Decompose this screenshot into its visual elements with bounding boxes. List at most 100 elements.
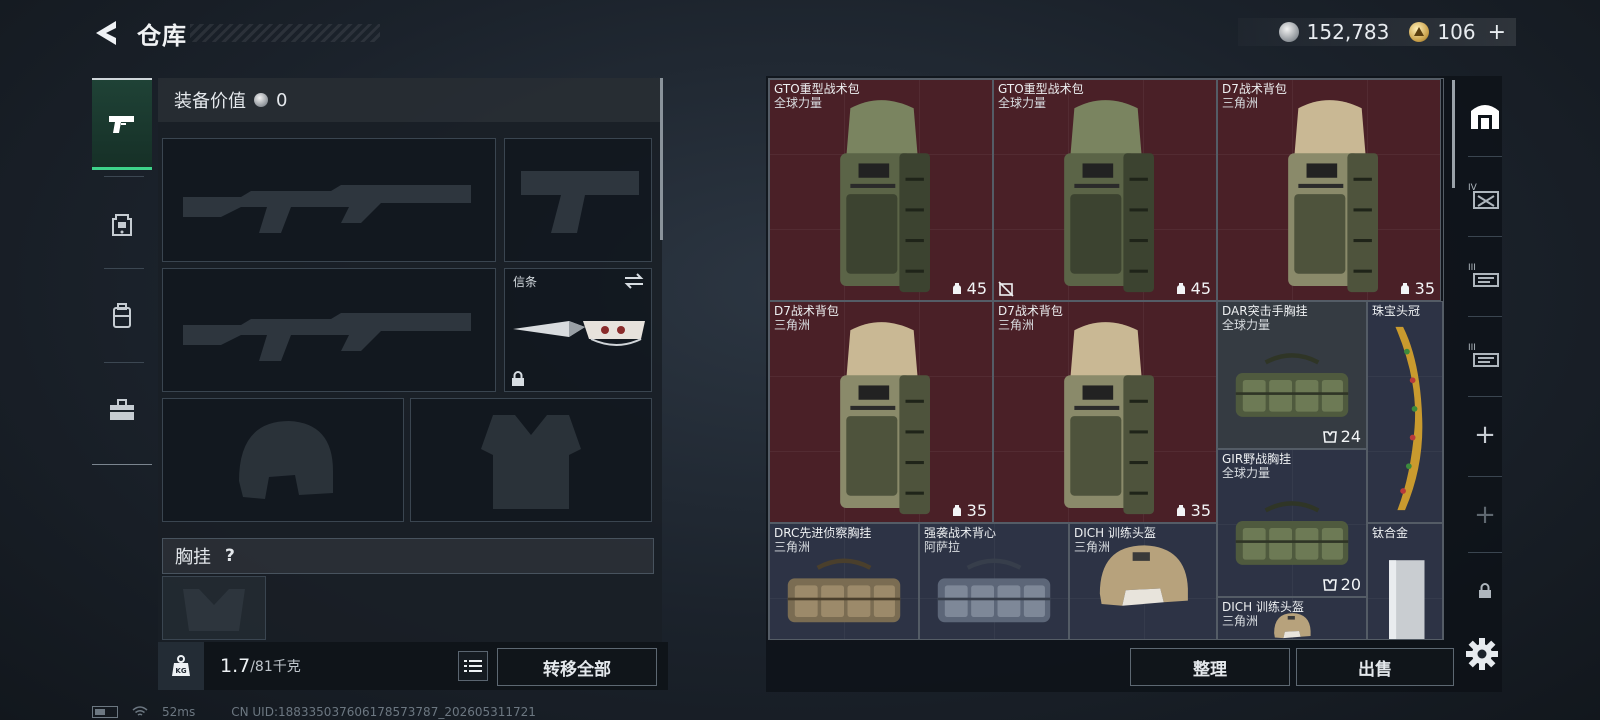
item-capacity: 35 [1175,501,1211,520]
help-icon[interactable]: ? [225,546,235,566]
warehouse-item[interactable]: D7战术背包 三角洲 35 [1217,79,1441,301]
tab-backpack[interactable] [92,270,152,362]
chest-rig-label: 胸挂 [175,547,211,568]
list-view-button[interactable] [458,651,488,681]
svg-text:III: III [1468,263,1476,273]
locked-storage-slot [1460,556,1510,626]
vest-silhouette-icon [481,415,581,509]
helmet-slot[interactable] [162,398,404,522]
warehouse-item[interactable]: D7战术背包 三角洲 35 [769,301,993,523]
item-faction: 三角洲 [1222,614,1259,628]
item-faction: 阿萨拉 [924,540,961,554]
storage-level-3-icon: III [1468,343,1499,367]
warehouse-item[interactable]: 钛合金 [1367,523,1443,639]
melee-slot[interactable]: 信条 [504,268,652,392]
capacity-icon [952,504,961,516]
storage-tab-4[interactable]: IV [1460,160,1510,230]
warehouse-item[interactable]: GTO重型战术包 全球力量 45 [769,79,993,301]
item-faction: 全球力量 [1222,318,1271,332]
item-capacity: 35 [951,501,987,520]
chest-rig-image [1235,353,1349,417]
item-name: DRC先进侦察胸挂 [774,526,872,540]
add-storage-button-disabled: + [1460,480,1510,550]
swap-icon[interactable] [623,273,645,289]
plus-icon: + [1474,420,1496,450]
chest-rig-slot[interactable] [162,576,266,640]
item-capacity: 35 [1399,279,1435,298]
item-name: D7战术背包 [1222,82,1287,96]
warehouse-item[interactable]: GTO重型战术包 全球力量 45 [993,79,1217,301]
currency-bar: 152,783 106 + [1238,18,1516,46]
capacity-icon [1176,504,1185,516]
melee-item-label: 信条 [513,275,538,289]
item-name: 珠宝头冠 [1372,304,1421,318]
chest-rig-image [937,558,1051,623]
tab-toolbox[interactable] [92,364,152,456]
sort-button[interactable]: 整理 [1130,648,1290,686]
warehouse-item[interactable]: D7战术背包 三角洲 35 [993,301,1217,523]
rig-silhouette-icon [183,589,245,631]
rifle-silhouette-icon [183,185,471,233]
capacity-icon [1176,282,1185,294]
gear-icon [1466,638,1498,670]
item-faction: 全球力量 [1222,466,1271,480]
item-name: D7战术背包 [774,304,839,318]
warehouse-item[interactable]: DRC先进侦察胸挂 三角洲 [769,523,919,639]
tab-armor[interactable] [92,178,152,270]
item-name: DAR突击手胸挂 [1222,304,1308,318]
warehouse-scrollbar[interactable] [1452,80,1455,188]
weight-max: /81千克 [250,659,301,675]
add-currency-button[interactable]: + [1488,20,1506,45]
storage-tab-3a[interactable]: III [1460,240,1510,310]
helmet-silhouette-icon [239,421,333,499]
settings-button[interactable] [1464,636,1500,672]
item-name: 强袭战术背心 [924,526,997,540]
add-storage-button[interactable]: + [1460,400,1510,470]
chest-rig-image [787,558,901,623]
warehouse-item[interactable]: 珠宝头冠 [1367,301,1443,523]
transfer-all-button[interactable]: 转移全部 [497,648,657,686]
tab-weapons[interactable] [92,78,152,170]
warehouse-item[interactable]: DICH 训练头盔 三角洲 [1069,523,1217,639]
pistol-silhouette-icon [521,171,639,233]
item-capacity: 45 [1175,279,1211,298]
warehouse-item[interactable]: 强袭战术背心 阿萨拉 [919,523,1069,639]
list-icon [464,660,482,672]
lock-icon [1479,583,1491,598]
chest-rig-header: 胸挂 ? [162,538,654,574]
warehouse-grid: GTO重型战术包 全球力量 45 GTO重型战术包 全球力量 45 D7战术背包 三角洲 3… [768,78,1444,640]
weight-current: 1.7 [220,655,251,677]
warehouse-item[interactable]: GIR野战胸挂 全球力量 20 [1217,449,1367,597]
storage-level-3-icon: III [1468,263,1499,287]
ping-value: 52ms [162,705,196,719]
sell-button[interactable]: 出售 [1296,648,1454,686]
primary-weapon-slot[interactable] [162,138,496,262]
backpack-image [1064,322,1155,515]
item-capacity: 45 [951,279,987,298]
chest-rig-image [1235,501,1349,565]
equip-value-label: 装备价值 [174,91,246,112]
equipment-value: 装备价值 0 [158,78,662,122]
premium-balance: 106 [1437,20,1476,44]
coin-icon [1278,22,1299,42]
item-faction: 三角洲 [774,318,811,332]
title-decoration [190,24,380,42]
coin-icon [254,93,268,107]
svg-text:III: III [1468,343,1476,353]
storage-tab-3b[interactable]: III [1460,320,1510,390]
status-bar: 52ms CN UID:18833503760617857​3787_20260… [92,704,692,720]
pistol-slot[interactable] [504,138,652,262]
back-button[interactable] [92,18,122,48]
storage-level-4-icon: IV [1468,183,1499,209]
warehouse-item[interactable]: DICH 训练头盔 三角洲 [1217,597,1367,639]
item-name: GTO重型战术包 [774,82,860,96]
pistol-icon [109,115,134,133]
body-armor-slot[interactable] [410,398,652,522]
storage-tab-main[interactable] [1460,80,1510,150]
secondary-weapon-slot[interactable] [162,268,496,392]
item-capacity: 20 [1322,575,1361,594]
warehouse-item[interactable]: DAR突击手胸挂 全球力量 24 [1217,301,1367,449]
armor-icon [112,214,132,236]
loadout-scrollbar[interactable] [660,78,663,240]
backpack-image [840,322,931,515]
